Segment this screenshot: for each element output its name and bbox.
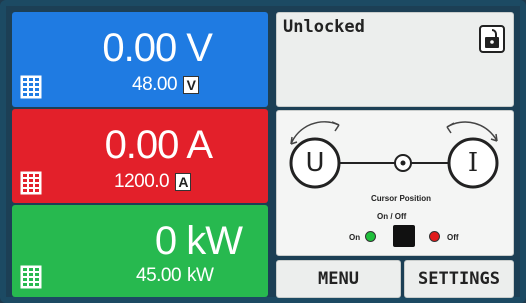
menu-button[interactable]: MENU (276, 260, 401, 298)
onoff-label: On / Off (377, 212, 407, 221)
onoff-button[interactable] (393, 225, 415, 247)
current-unit-badge: A (175, 173, 192, 191)
keypad-grid-icon[interactable] (20, 171, 42, 195)
keypad-grid-icon[interactable] (20, 75, 42, 99)
off-led-indicator (429, 231, 440, 242)
lock-status-panel: Unlocked (276, 12, 514, 107)
voltage-panel[interactable]: 0.00 V 48.00 V (12, 12, 268, 107)
keypad-grid-icon[interactable] (20, 265, 42, 289)
power-set-value: 45.00 (136, 265, 182, 286)
settings-button[interactable]: SETTINGS (404, 260, 514, 298)
current-actual-value: 0.00 A (104, 123, 213, 167)
power-set-row: 45.00 kW (136, 265, 214, 287)
unlocked-padlock-icon[interactable] (479, 25, 505, 53)
current-panel[interactable]: 0.00 A 1200.0 A (12, 109, 268, 203)
lock-status-text: Unlocked (283, 17, 365, 37)
power-unit-label: kW (187, 265, 214, 286)
voltage-unit-badge: V (183, 76, 200, 94)
voltage-set-row: 48.00 V (132, 74, 200, 96)
right-knob-letter[interactable]: I (461, 148, 485, 178)
power-panel[interactable]: 0 kW 45.00 kW (12, 205, 268, 297)
voltage-set-value: 48.00 (132, 74, 178, 95)
on-label: On (349, 233, 361, 242)
cursor-position-label: Cursor Position (371, 194, 432, 203)
off-label: Off (447, 233, 459, 242)
current-set-value: 1200.0 (114, 171, 170, 192)
power-actual-value: 0 kW (154, 219, 243, 263)
voltage-actual-value: 0.00 V (102, 26, 213, 70)
on-led-indicator (365, 231, 376, 242)
current-set-row: 1200.0 A (114, 171, 192, 193)
control-panel: U I Cursor Position On / Off On Off (276, 110, 514, 256)
left-knob-letter[interactable]: U (303, 148, 327, 178)
